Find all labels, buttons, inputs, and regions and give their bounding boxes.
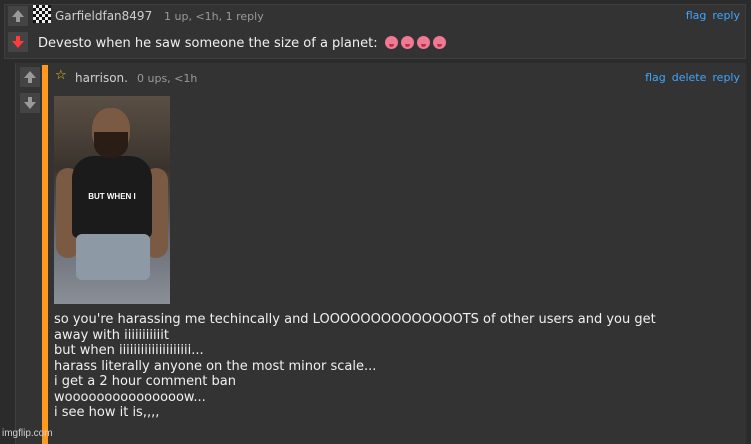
watermark: imgflip.com xyxy=(2,428,53,439)
reply-thread-bar xyxy=(42,65,48,444)
image-shape xyxy=(94,132,128,158)
comment1-username[interactable]: Garfieldfan8497 xyxy=(55,9,152,23)
comment1-actions: flag reply xyxy=(686,9,740,22)
comment-line: away with iiiiiiiiiiit xyxy=(54,327,169,343)
reply-upvote-button[interactable] xyxy=(20,67,40,87)
comment1-meta: 1 up, <1h, 1 reply xyxy=(164,10,264,23)
star-icon: ☆ xyxy=(55,68,67,83)
comment-line: i see how it is,,,, xyxy=(54,405,160,420)
comment1-text: Devesto when he saw someone the size of … xyxy=(38,36,446,51)
comment-line: i get a 2 hour comment ban xyxy=(54,374,236,389)
upvote-button[interactable] xyxy=(8,6,28,26)
arrow-down-icon xyxy=(12,36,24,48)
comment-line: so you're harassing me techincally and L… xyxy=(54,312,656,327)
reply-link[interactable]: reply xyxy=(712,71,740,84)
arrow-down-icon xyxy=(24,97,36,109)
reply-link[interactable]: reply xyxy=(712,9,740,22)
tongue-face-emoji-icon xyxy=(400,36,414,49)
comment1-text-content: Devesto when he saw someone the size of … xyxy=(38,36,378,51)
tongue-face-emoji-icon xyxy=(384,36,398,49)
tongue-face-emoji-icon xyxy=(432,36,446,49)
arrow-up-icon xyxy=(12,10,24,22)
user-avatar-checker-icon xyxy=(33,5,51,23)
comment2-username[interactable]: harrison. xyxy=(75,71,128,85)
comment2-text: so you're harassing me techincally and L… xyxy=(54,312,744,421)
comment-line: harass literally anyone on the most mino… xyxy=(54,358,377,374)
comment-line: but when iiiiiiiiiiiiiiiiiiii... xyxy=(54,343,204,358)
comment2-actions: flag delete reply xyxy=(645,71,740,84)
comment-line: wooooooooooooooow... xyxy=(54,389,206,405)
comment2-meta: 0 ups, <1h xyxy=(137,72,198,85)
flag-link[interactable]: flag xyxy=(686,9,707,22)
arrow-up-icon xyxy=(24,71,36,83)
reply-downvote-button[interactable] xyxy=(20,93,40,113)
flag-link[interactable]: flag xyxy=(645,71,666,84)
downvote-button[interactable] xyxy=(8,32,28,52)
image-caption: BUT WHEN I xyxy=(88,192,136,201)
delete-link[interactable]: delete xyxy=(672,71,707,84)
image-shape xyxy=(76,234,150,280)
comment-image[interactable]: BUT WHEN I xyxy=(54,96,170,304)
tongue-face-emoji-icon xyxy=(416,36,430,49)
